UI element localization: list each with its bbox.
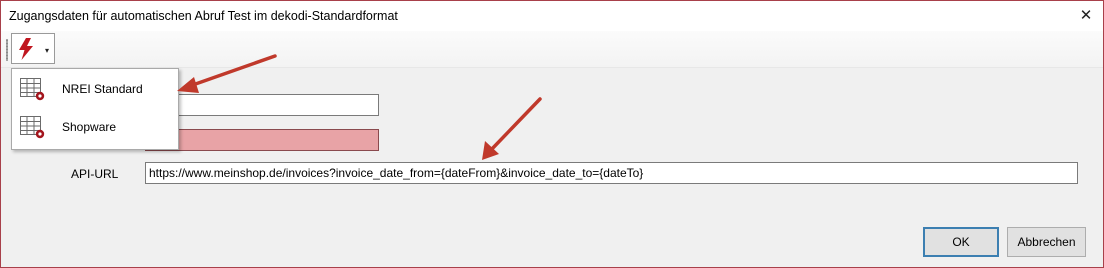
toolbar: ▾ (1, 31, 1103, 68)
window-title: Zugangsdaten für automatischen Abruf Tes… (9, 9, 398, 23)
cancel-button[interactable]: Abbrechen (1007, 227, 1086, 257)
annotation-arrowhead (482, 141, 499, 160)
menu-item-nrei-standard[interactable]: NREI Standard (12, 71, 176, 107)
api-url-field[interactable] (145, 162, 1078, 184)
annotation-arrow (488, 97, 542, 153)
menu-item-label: Shopware (62, 120, 117, 134)
username-field[interactable] (145, 94, 379, 116)
menu-item-label: NREI Standard (62, 82, 143, 96)
import-format-menu: NREI Standard Shopware (11, 68, 179, 150)
password-field[interactable] (145, 129, 379, 151)
close-icon[interactable]: ✕ (1069, 1, 1103, 31)
api-url-label: API-URL (71, 167, 119, 181)
title-bar: Zugangsdaten für automatischen Abruf Tes… (1, 1, 1103, 31)
menu-item-shopware[interactable]: Shopware (12, 109, 176, 145)
table-gear-icon (20, 116, 45, 139)
dialog-window: Zugangsdaten für automatischen Abruf Tes… (0, 0, 1104, 268)
annotation-arrowhead (177, 77, 199, 93)
ok-button[interactable]: OK (923, 227, 999, 257)
table-gear-icon (20, 78, 45, 101)
lightning-bolt-icon (19, 38, 33, 60)
import-split-button[interactable]: ▾ (11, 33, 55, 64)
chevron-down-icon[interactable]: ▾ (45, 46, 49, 55)
toolbar-grip[interactable] (6, 39, 8, 61)
